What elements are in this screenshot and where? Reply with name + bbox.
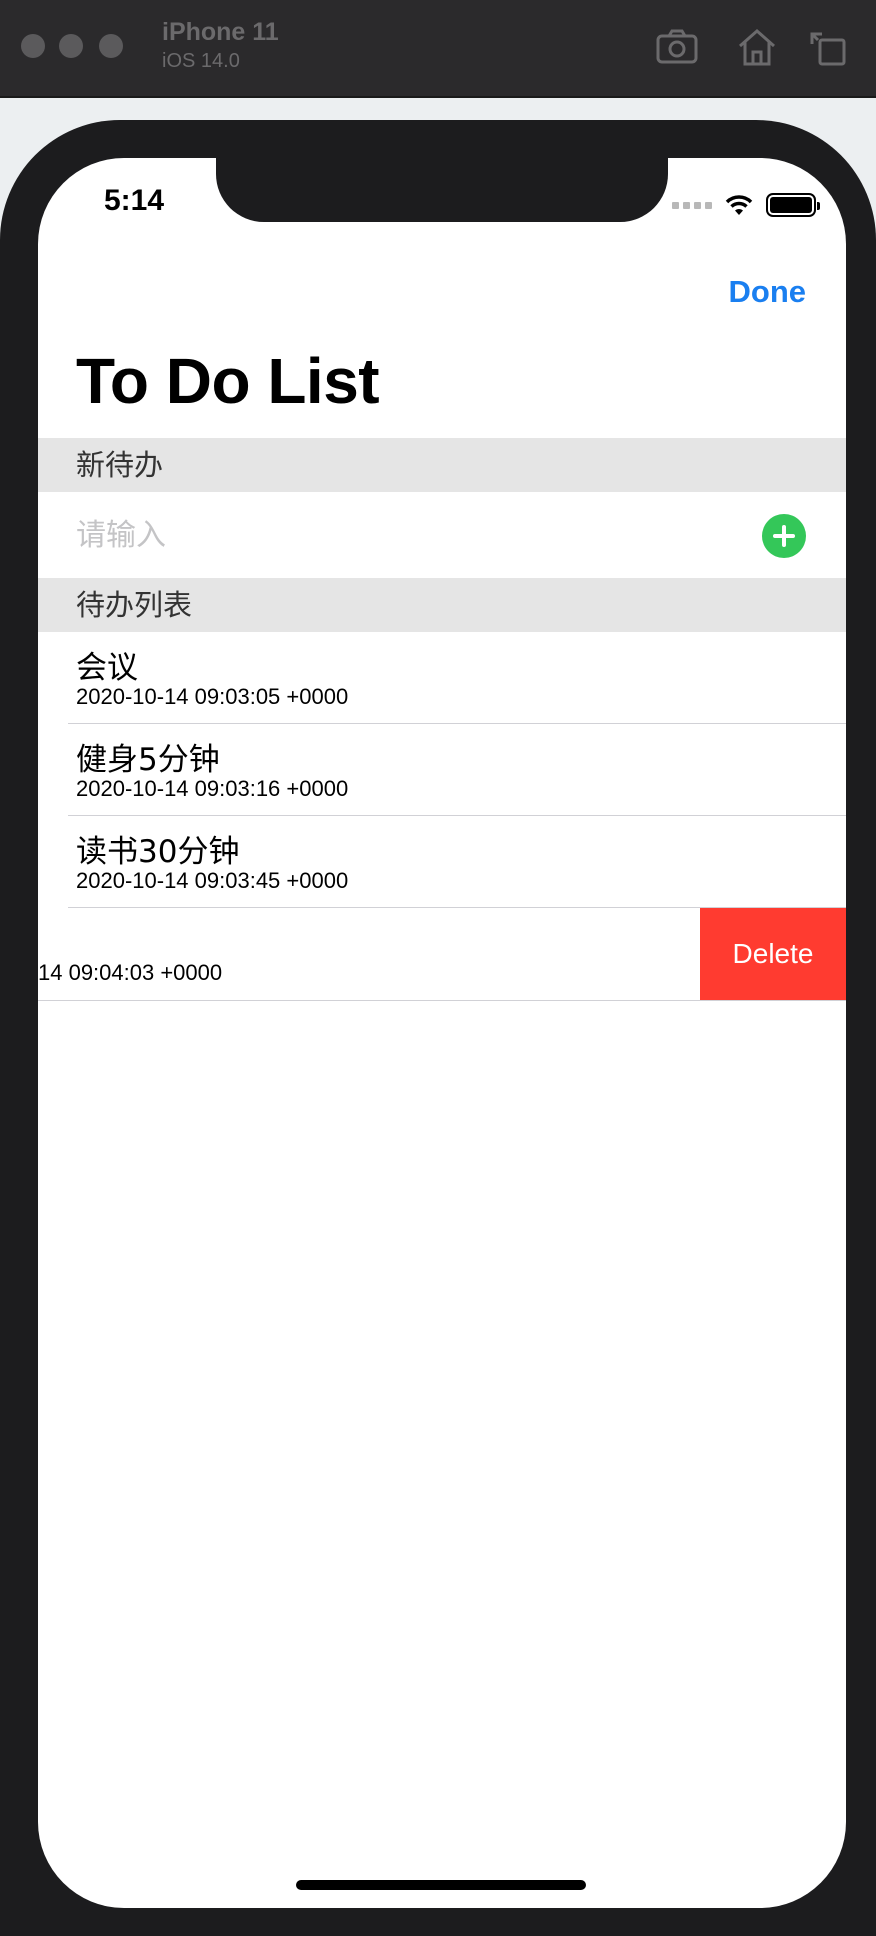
add-todo-button[interactable] bbox=[762, 514, 806, 558]
todo-date: 14 09:04:03 +0000 bbox=[38, 960, 223, 985]
todo-title: 会议 bbox=[76, 650, 138, 686]
minimize-window-button[interactable] bbox=[59, 34, 83, 58]
list-item[interactable]: 会议 2020-10-14 09:03:05 +0000 bbox=[38, 632, 846, 724]
screenshot-icon[interactable] bbox=[654, 24, 700, 70]
todo-date: 2020-10-14 09:03:05 +0000 bbox=[76, 684, 349, 709]
cellular-signal-icon bbox=[672, 201, 712, 209]
status-icons bbox=[672, 192, 820, 218]
home-icon[interactable] bbox=[734, 24, 780, 70]
delete-button[interactable]: Delete bbox=[700, 908, 846, 1000]
page-title: To Do List bbox=[76, 345, 380, 417]
list-item[interactable]: 健身5分钟 2020-10-14 09:03:16 +0000 bbox=[38, 724, 846, 816]
rotate-icon[interactable] bbox=[806, 24, 852, 70]
status-time: 5:14 bbox=[104, 184, 165, 217]
battery-icon bbox=[766, 193, 820, 217]
new-todo-row bbox=[38, 492, 846, 578]
simulator-device-name: iPhone 11 bbox=[162, 18, 279, 46]
section-header-todo-list: 待办列表 bbox=[38, 578, 846, 632]
simulator-os-version: iOS 14.0 bbox=[162, 50, 240, 72]
todo-date: 2020-10-14 09:03:16 +0000 bbox=[76, 776, 349, 801]
notch bbox=[216, 158, 668, 222]
zoom-window-button[interactable] bbox=[99, 34, 123, 58]
home-indicator[interactable] bbox=[296, 1880, 586, 1890]
todo-date: 2020-10-14 09:03:45 +0000 bbox=[76, 868, 349, 893]
simulator-toolbar: iPhone 11 iOS 14.0 bbox=[0, 0, 876, 98]
wifi-icon bbox=[724, 193, 754, 217]
list-item[interactable]: 读书30分钟 2020-10-14 09:03:45 +0000 bbox=[38, 816, 846, 908]
close-window-button[interactable] bbox=[21, 34, 45, 58]
row-separator bbox=[38, 1000, 846, 1001]
done-button[interactable]: Done bbox=[729, 274, 807, 310]
todo-title: 读书30分钟 bbox=[76, 834, 240, 870]
device-screen: 5:14 Done To Do List 新待办 待办列表 会议 2020-10… bbox=[38, 158, 846, 1908]
todo-title: 健身5分钟 bbox=[76, 742, 220, 778]
list-item-swiped[interactable]: 14 09:04:03 +0000 Delete bbox=[38, 908, 846, 1001]
section-header-new-todo: 新待办 bbox=[38, 438, 846, 492]
new-todo-input[interactable] bbox=[76, 508, 716, 562]
